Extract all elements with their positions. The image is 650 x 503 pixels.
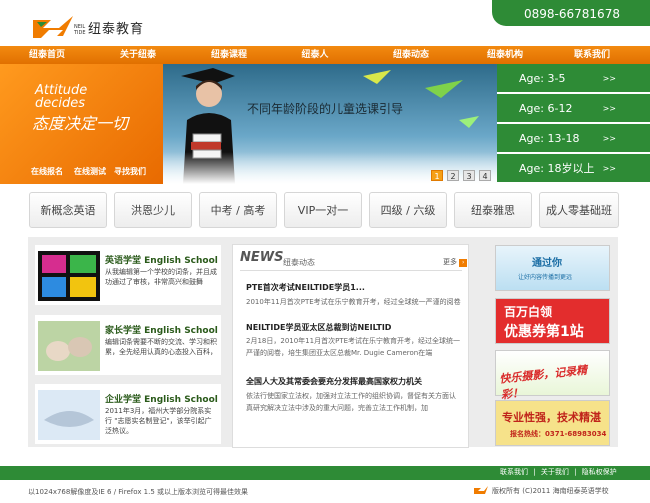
school-title: 英语学堂 English School	[105, 256, 218, 266]
divider	[240, 270, 462, 271]
nav-item-courses[interactable]: 纽泰课程	[182, 46, 276, 64]
main-nav: 纽泰首页 关于纽泰 纽泰课程 纽泰人 纽泰动态 纽泰机构 联系我们	[0, 46, 650, 64]
news-heading: 纽泰动态	[283, 258, 315, 267]
banner-link-signup[interactable]: 在线报名	[31, 166, 63, 177]
ad-banner-1[interactable]: 通过你 让好内容传播到更远	[495, 245, 610, 291]
school-image	[38, 390, 100, 440]
slogan-chinese: 态度决定一切	[32, 114, 129, 133]
news-more-label: 更多	[443, 258, 457, 266]
course-tab-adult[interactable]: 成人零基础班	[539, 192, 619, 228]
course-tab-ielts[interactable]: 纽泰雅思	[454, 192, 532, 228]
nav-item-branches[interactable]: 纽泰机构	[468, 46, 542, 64]
nav-item-home[interactable]: 纽泰首页	[0, 46, 94, 64]
course-tab-cet[interactable]: 四级 / 六级	[369, 192, 447, 228]
banner-page-4[interactable]: 4	[479, 170, 491, 181]
arrow-right-icon: >>	[602, 164, 616, 173]
news-item-title[interactable]: 全国人大及其常委会要充分发挥最高国家权力机关	[246, 376, 422, 387]
footer-separator: |	[533, 468, 536, 476]
ad-line-2: 优惠券第1站	[504, 324, 584, 340]
logo-icon	[474, 486, 488, 496]
footer-link-contact[interactable]: 联系我们	[500, 468, 528, 476]
ad-line-2: 让好内容传播到更远	[518, 274, 573, 281]
ad-line-1: 专业性强，技术精湛	[502, 411, 601, 424]
ad-banner-3[interactable]: 快乐摄影，记录精彩！	[495, 350, 610, 402]
course-tab-exams[interactable]: 中考 / 高考	[199, 192, 277, 228]
logo-mark-text: NEIL TIDE	[74, 24, 86, 36]
news-logo: NEWS	[240, 250, 284, 265]
phone-number: 0898-66781678	[492, 0, 650, 26]
course-tab-vip[interactable]: VIP一对一	[284, 192, 362, 228]
age-item-3-5[interactable]: Age: 3-5 >>	[497, 64, 650, 94]
news-item-title[interactable]: NEILTIDE学员亚太区总裁到访NEILTID	[246, 322, 391, 333]
news-item-body: 2010年11月首次PTE考试在乐宁教育开考，经过全球统一严谨的阅卷	[246, 298, 461, 306]
age-item-13-18[interactable]: Age: 13-18 >>	[497, 124, 650, 154]
banner-page-1[interactable]: 1	[431, 170, 443, 181]
footer-separator: |	[574, 468, 577, 476]
course-tab-new-concept[interactable]: 新概念英语	[29, 192, 107, 228]
school-title: 家长学堂 English School	[105, 326, 218, 336]
logo-text: 纽泰教育	[88, 22, 145, 37]
footer-link-privacy[interactable]: 隐私权保护	[582, 468, 617, 476]
school-desc: 2011年3月，福州大学部分院系实行 "志愿实名制登记"，该举引起广泛热议。	[105, 407, 212, 435]
banner-link-test[interactable]: 在线测试	[74, 166, 106, 177]
footer-links: 联系我们 | 关于我们 | 隐私权保护	[500, 467, 617, 477]
logo-icon[interactable]	[33, 16, 73, 42]
school-desc: 编辑词条需要不断的交流、学习和积累，全先经用认真的心态投入百科，	[105, 338, 217, 356]
school-card-enterprise[interactable]: 企业学堂 English School 2011年3月，福州大学部分院系实行 "…	[35, 384, 221, 444]
footer-link-about[interactable]: 关于我们	[541, 468, 569, 476]
footer-copyright: 版权所有 (C)2011 海南纽泰英语学校	[492, 487, 609, 495]
banner-caption: 不同年龄阶段的儿童选课引导	[247, 102, 404, 116]
banner-page-3[interactable]: 3	[463, 170, 475, 181]
school-card-parents[interactable]: 家长学堂 English School 编辑词条需要不断的交流、学习和积累，全先…	[35, 315, 221, 375]
news-item-title[interactable]: PTE首次考试NEILTIDE学员1...	[246, 282, 365, 293]
nav-item-about[interactable]: 关于纽泰	[94, 46, 182, 64]
ad-line-1: 百万白领	[504, 305, 553, 319]
arrow-right-icon: >>	[602, 74, 616, 83]
news-item-body: 依法行使国家立法权，加强对立法工作的组织协调，督促有关方面认真研究解决立法中涉及…	[246, 392, 456, 412]
school-title: 企业学堂 English School	[105, 395, 218, 405]
news-item-body: 2月18日，2010年11月首次PTE考试在乐宁教育开考，经过全球统一严谨的阅卷…	[246, 337, 461, 357]
banner-link-find-us[interactable]: 寻找我们	[114, 166, 146, 177]
age-label: Age: 13-18	[519, 132, 580, 145]
arrow-right-icon: >>	[602, 134, 616, 143]
banner-page-2[interactable]: 2	[447, 170, 459, 181]
school-desc: 从我编辑第一个学校的词条，并且成功通过了审核，非常高兴和鼓舞	[105, 268, 217, 286]
age-label: Age: 6-12	[519, 102, 573, 115]
school-image	[38, 251, 100, 301]
school-image	[38, 321, 100, 371]
ad-line-1: 通过你	[532, 258, 562, 269]
slogan-english: Attitude decides	[35, 83, 88, 111]
chevron-right-icon: ›	[459, 259, 468, 267]
ad-banner-2[interactable]: 百万白领 优惠券第1站	[495, 298, 610, 344]
age-item-6-12[interactable]: Age: 6-12 >>	[497, 94, 650, 124]
footer-browser-note: 以1024x768解像度及IE 6 / Firefox 1.5 或以上版本浏览可…	[28, 488, 249, 496]
ad-line-2: 报名热线：0371-68983034	[510, 430, 607, 438]
news-more-link[interactable]: 更多 ›	[443, 257, 468, 267]
nav-item-people[interactable]: 纽泰人	[276, 46, 354, 64]
age-item-18-plus[interactable]: Age: 18岁以上 >>	[497, 154, 650, 184]
nav-item-contact[interactable]: 联系我们	[542, 46, 642, 64]
age-label: Age: 18岁以上	[519, 162, 595, 175]
arrow-right-icon: >>	[602, 104, 616, 113]
course-tab-hongen[interactable]: 洪恩少儿	[114, 192, 192, 228]
nav-item-news[interactable]: 纽泰动态	[354, 46, 468, 64]
school-card-english[interactable]: 英语学堂 English School 从我编辑第一个学校的词条，并且成功通过了…	[35, 245, 221, 305]
age-label: Age: 3-5	[519, 72, 566, 85]
ad-banner-4[interactable]: 专业性强，技术精湛 报名热线：0371-68983034	[495, 400, 610, 446]
